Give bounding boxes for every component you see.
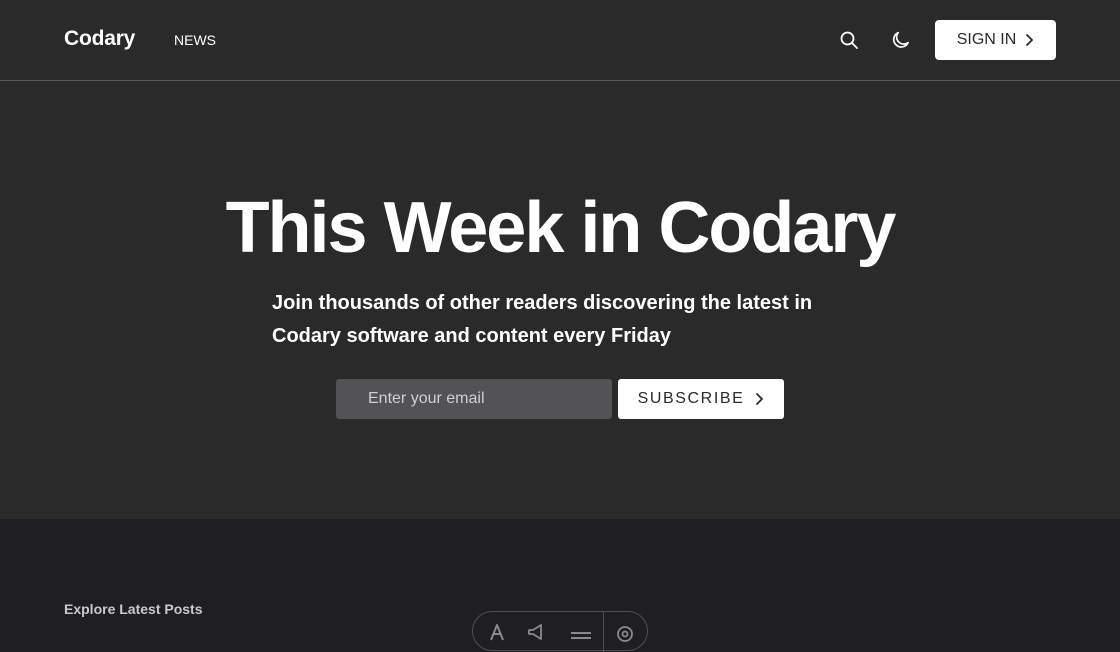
- hero-title: This Week in Codary: [225, 188, 897, 268]
- hero-section: This Week in Codary Join thousands of ot…: [0, 81, 1120, 519]
- subscribe-label: SUBSCRIBE: [637, 390, 745, 407]
- toolbar-divider: [603, 612, 604, 652]
- nav-news-link[interactable]: NEWS: [174, 32, 216, 48]
- search-button[interactable]: [837, 28, 861, 52]
- email-input[interactable]: [336, 379, 612, 419]
- search-icon: [840, 31, 858, 49]
- settings-button[interactable]: [613, 620, 637, 644]
- theme-toggle-button[interactable]: [889, 28, 913, 52]
- subscribe-button[interactable]: SUBSCRIBE: [618, 379, 784, 419]
- text-icon: [490, 624, 504, 641]
- chevron-right-icon: [756, 393, 764, 405]
- text-filter-button[interactable]: [485, 620, 509, 644]
- sign-in-label: SIGN IN: [956, 31, 1017, 48]
- list-filter-button[interactable]: [569, 620, 593, 644]
- hero-subtitle-line: Codary software and content every Friday: [272, 325, 672, 347]
- gear-icon: [617, 626, 633, 642]
- moon-icon: [892, 31, 909, 48]
- hero-subtitle: Join thousands of other readers discover…: [272, 287, 872, 353]
- chevron-right-icon: [1026, 34, 1034, 46]
- brand-logo[interactable]: Codary: [64, 27, 135, 51]
- announcement-filter-button[interactable]: [525, 620, 549, 644]
- site-header: Codary NEWS SIGN IN: [0, 0, 1120, 81]
- list-icon: [571, 632, 591, 639]
- section-heading: Explore Latest Posts: [64, 601, 203, 617]
- hero-subtitle-line: Join thousands of other readers discover…: [272, 292, 813, 314]
- post-filter-toolbar: [472, 611, 648, 652]
- megaphone-icon: [528, 624, 542, 640]
- sign-in-button[interactable]: SIGN IN: [935, 20, 1056, 60]
